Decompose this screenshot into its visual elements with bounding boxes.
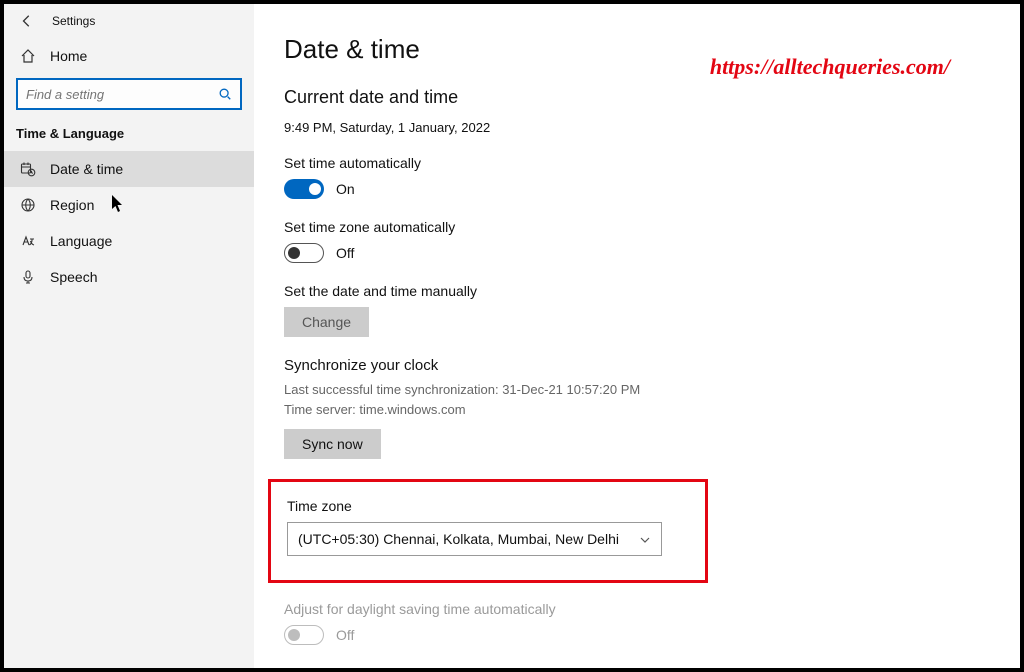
sync-last: Last successful time synchronization: 31… bbox=[284, 380, 980, 400]
label-set-tz-auto: Set time zone automatically bbox=[284, 219, 980, 235]
clock-calendar-icon bbox=[20, 161, 36, 177]
search-input[interactable] bbox=[26, 87, 218, 102]
current-datetime: 9:49 PM, Saturday, 1 January, 2022 bbox=[284, 120, 980, 135]
group-set-tz-auto: Set time zone automatically Off bbox=[284, 219, 980, 263]
sync-server: Time server: time.windows.com bbox=[284, 400, 980, 420]
toggle-set-time-auto[interactable] bbox=[284, 179, 324, 199]
sidebar-item-language[interactable]: Language bbox=[4, 223, 254, 259]
toggle-dst bbox=[284, 625, 324, 645]
label-set-manual: Set the date and time manually bbox=[284, 283, 980, 299]
label-set-time-auto: Set time automatically bbox=[284, 155, 980, 171]
titlebar: Settings bbox=[4, 10, 254, 38]
sidebar-item-speech[interactable]: Speech bbox=[4, 259, 254, 295]
sidebar-item-region[interactable]: Region bbox=[4, 187, 254, 223]
globe-icon bbox=[20, 197, 36, 213]
search-input-container[interactable] bbox=[16, 78, 242, 110]
label-calendars: Show additional calendars in the taskbar bbox=[284, 665, 980, 668]
group-dst: Adjust for daylight saving time automati… bbox=[284, 601, 980, 645]
toggle-set-tz-auto[interactable] bbox=[284, 243, 324, 263]
sync-now-button[interactable]: Sync now bbox=[284, 429, 381, 459]
timezone-value: (UTC+05:30) Chennai, Kolkata, Mumbai, Ne… bbox=[298, 531, 619, 547]
timezone-select[interactable]: (UTC+05:30) Chennai, Kolkata, Mumbai, Ne… bbox=[287, 522, 662, 556]
sidebar-item-label: Region bbox=[50, 197, 94, 213]
toggle-state: On bbox=[336, 181, 355, 197]
toggle-state: Off bbox=[336, 627, 354, 643]
sidebar-item-label: Language bbox=[50, 233, 112, 249]
sidebar-item-label: Home bbox=[50, 48, 87, 64]
label-timezone: Time zone bbox=[287, 498, 689, 514]
group-calendars: Show additional calendars in the taskbar… bbox=[284, 665, 980, 668]
group-sync: Synchronize your clock Last successful t… bbox=[284, 357, 980, 459]
sidebar-item-home[interactable]: Home bbox=[4, 38, 254, 74]
sidebar-item-label: Speech bbox=[50, 269, 97, 285]
language-icon bbox=[20, 233, 36, 249]
change-button: Change bbox=[284, 307, 369, 337]
back-icon[interactable] bbox=[20, 14, 34, 28]
group-set-time-auto: Set time automatically On bbox=[284, 155, 980, 199]
chevron-down-icon bbox=[639, 533, 651, 545]
app-title: Settings bbox=[52, 14, 95, 28]
section-heading-current: Current date and time bbox=[284, 87, 980, 108]
main-content: Date & time Current date and time 9:49 P… bbox=[254, 4, 1020, 668]
microphone-icon bbox=[20, 269, 36, 285]
sidebar-section-title: Time & Language bbox=[4, 120, 254, 151]
search-icon bbox=[218, 87, 232, 101]
toggle-state: Off bbox=[336, 245, 354, 261]
highlight-timezone: Time zone (UTC+05:30) Chennai, Kolkata, … bbox=[268, 479, 708, 583]
sidebar: Settings Home Time & Language bbox=[4, 4, 254, 668]
sidebar-item-date-time[interactable]: Date & time bbox=[4, 151, 254, 187]
home-icon bbox=[20, 48, 36, 64]
group-set-manual: Set the date and time manually Change bbox=[284, 283, 980, 337]
sidebar-item-label: Date & time bbox=[50, 161, 123, 177]
sync-heading: Synchronize your clock bbox=[284, 357, 980, 374]
label-dst: Adjust for daylight saving time automati… bbox=[284, 601, 980, 617]
watermark-link: https://alltechqueries.com/ bbox=[710, 54, 950, 80]
